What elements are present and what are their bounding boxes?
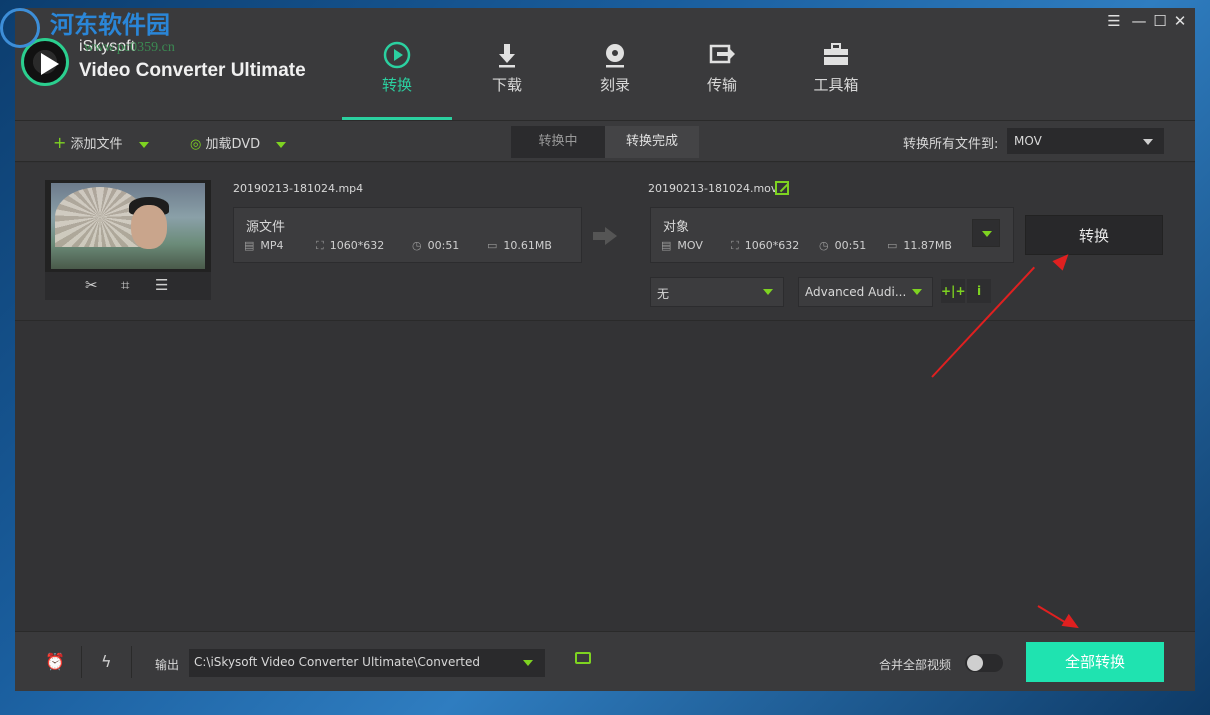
tab-toolbox[interactable]: 工具箱	[781, 8, 891, 120]
maximize-icon[interactable]: ☐	[1150, 12, 1170, 30]
arrow-right-icon	[593, 232, 605, 240]
target-duration: 00:51	[834, 239, 867, 252]
source-file-name: 20190213-181024.mp4	[233, 182, 364, 195]
film-icon: ▤	[661, 239, 672, 252]
target-info-box: 对象 ▤ MOV ⛶ 1060*632 ◷ 00:51 ▭ 11.87MB	[650, 207, 1014, 263]
info-icon[interactable]: i	[967, 279, 991, 303]
tab-transfer-label: 传输	[706, 76, 737, 94]
target-format-dropdown[interactable]	[972, 219, 1000, 247]
app-window: iSkysoft Video Converter Ultimate 转换 下载	[15, 8, 1195, 691]
watermark-logo-icon	[0, 8, 40, 48]
subtitle-value: 无	[657, 287, 670, 301]
brand-bottom: Video Converter Ultimate	[79, 60, 306, 81]
subtitle-select[interactable]: 无	[650, 277, 784, 307]
source-box-title: 源文件	[246, 220, 286, 235]
convert-all-to-label: 转换所有文件到:	[903, 137, 999, 152]
burn-icon	[606, 44, 624, 68]
plus-icon: +	[53, 133, 67, 152]
transfer-icon	[709, 44, 735, 64]
source-resolution: 1060*632	[329, 239, 385, 252]
merge-all-toggle[interactable]	[965, 654, 1003, 672]
close-icon[interactable]: ✕	[1170, 12, 1190, 30]
convert-button[interactable]: 转换	[1025, 215, 1163, 255]
add-files-button[interactable]: + 添加文件	[53, 133, 149, 152]
source-info-box: 源文件 ▤ MP4 ⛶ 1060*632 ◷ 00:51 ▭ 10.61MB	[233, 207, 582, 263]
tab-download[interactable]: 下载	[452, 8, 562, 120]
resolution-icon: ⛶	[316, 239, 324, 252]
file-list-area	[15, 321, 1195, 631]
audio-value: Advanced Audi...	[805, 285, 907, 299]
convert-icon	[383, 41, 411, 69]
lightning-icon[interactable]: ϟ	[101, 652, 112, 671]
minimize-icon[interactable]: —	[1129, 12, 1149, 30]
toolbox-icon	[824, 43, 848, 65]
chevron-down-icon	[276, 141, 287, 148]
tab-converted[interactable]: 转换完成	[605, 126, 699, 158]
disc-icon: ◎	[190, 137, 202, 152]
merge-audio-icon[interactable]: +|+	[941, 279, 966, 303]
chevron-down-icon	[523, 660, 533, 666]
tab-toolbox-label: 工具箱	[813, 76, 859, 94]
merge-all-label: 合并全部视频	[879, 658, 952, 672]
edit-icon[interactable]	[775, 181, 789, 195]
chevron-down-icon	[912, 289, 922, 295]
chevron-down-icon	[1143, 139, 1153, 145]
load-dvd-label: 加载DVD	[205, 137, 261, 152]
folder-icon: ▭	[887, 239, 898, 252]
target-box-title: 对象	[663, 220, 690, 235]
toolbar: + 添加文件 ◎ 加载DVD 转换中 转换完成 转换所有文件到: MOV	[15, 120, 1195, 162]
chevron-down-icon	[763, 289, 773, 295]
clock-icon: ◷	[819, 239, 829, 252]
tab-converting[interactable]: 转换中	[511, 126, 605, 158]
watermark-site-name: 河东软件园	[50, 10, 170, 39]
chevron-down-icon	[138, 141, 149, 148]
clock-icon: ◷	[412, 239, 422, 252]
convert-all-button[interactable]: 全部转换	[1026, 642, 1164, 682]
menu-icon[interactable]: ☰	[1104, 12, 1124, 30]
thumbnail-toolbar: ✂ ⌗ ☰	[45, 272, 211, 300]
resolution-icon: ⛶	[731, 239, 739, 252]
folder-icon: ▭	[487, 239, 498, 252]
tab-burn-label: 刻录	[599, 76, 630, 94]
download-icon	[499, 44, 515, 68]
tab-transfer[interactable]: 传输	[667, 8, 777, 120]
header: iSkysoft Video Converter Ultimate 转换 下载	[15, 8, 1195, 120]
alarm-clock-icon[interactable]: ⏰	[45, 652, 65, 671]
source-format: MP4	[260, 239, 284, 252]
watermark-url: www.pc0359.cn	[84, 40, 175, 55]
tab-download-label: 下载	[491, 76, 522, 94]
open-folder-icon[interactable]	[575, 652, 591, 664]
video-thumbnail[interactable]	[45, 180, 211, 272]
target-resolution: 1060*632	[744, 239, 800, 252]
film-icon: ▤	[244, 239, 255, 252]
target-format: MOV	[677, 239, 703, 252]
scissors-icon[interactable]: ✂	[85, 276, 98, 294]
output-format-value: MOV	[1014, 134, 1042, 148]
source-size: 10.61MB	[503, 239, 552, 252]
add-files-label: 添加文件	[70, 137, 123, 152]
load-dvd-button[interactable]: ◎ 加载DVD	[190, 133, 287, 152]
crop-icon[interactable]: ⌗	[121, 276, 129, 294]
source-duration: 00:51	[427, 239, 460, 252]
chevron-down-icon	[982, 231, 992, 237]
footer: ⏰ ϟ 输出 C:\iSkysoft Video Converter Ultim…	[15, 631, 1195, 691]
output-path-select[interactable]: C:\iSkysoft Video Converter Ultimate\Con…	[189, 649, 545, 677]
tab-convert-label: 转换	[381, 76, 412, 94]
output-format-select[interactable]: MOV	[1007, 128, 1164, 154]
audio-select[interactable]: Advanced Audi...	[798, 277, 933, 307]
tab-convert[interactable]: 转换	[342, 8, 452, 120]
output-path-value: C:\iSkysoft Video Converter Ultimate\Con…	[194, 655, 480, 669]
output-label: 输出	[155, 658, 180, 672]
tab-burn[interactable]: 刻录	[560, 8, 670, 120]
target-file-name: 20190213-181024.mov	[648, 182, 778, 195]
target-size: 11.87MB	[903, 239, 952, 252]
file-row: ✂ ⌗ ☰ 20190213-181024.mp4 源文件 ▤ MP4 ⛶ 1060…	[15, 163, 1195, 321]
adjust-icon[interactable]: ☰	[155, 276, 168, 294]
